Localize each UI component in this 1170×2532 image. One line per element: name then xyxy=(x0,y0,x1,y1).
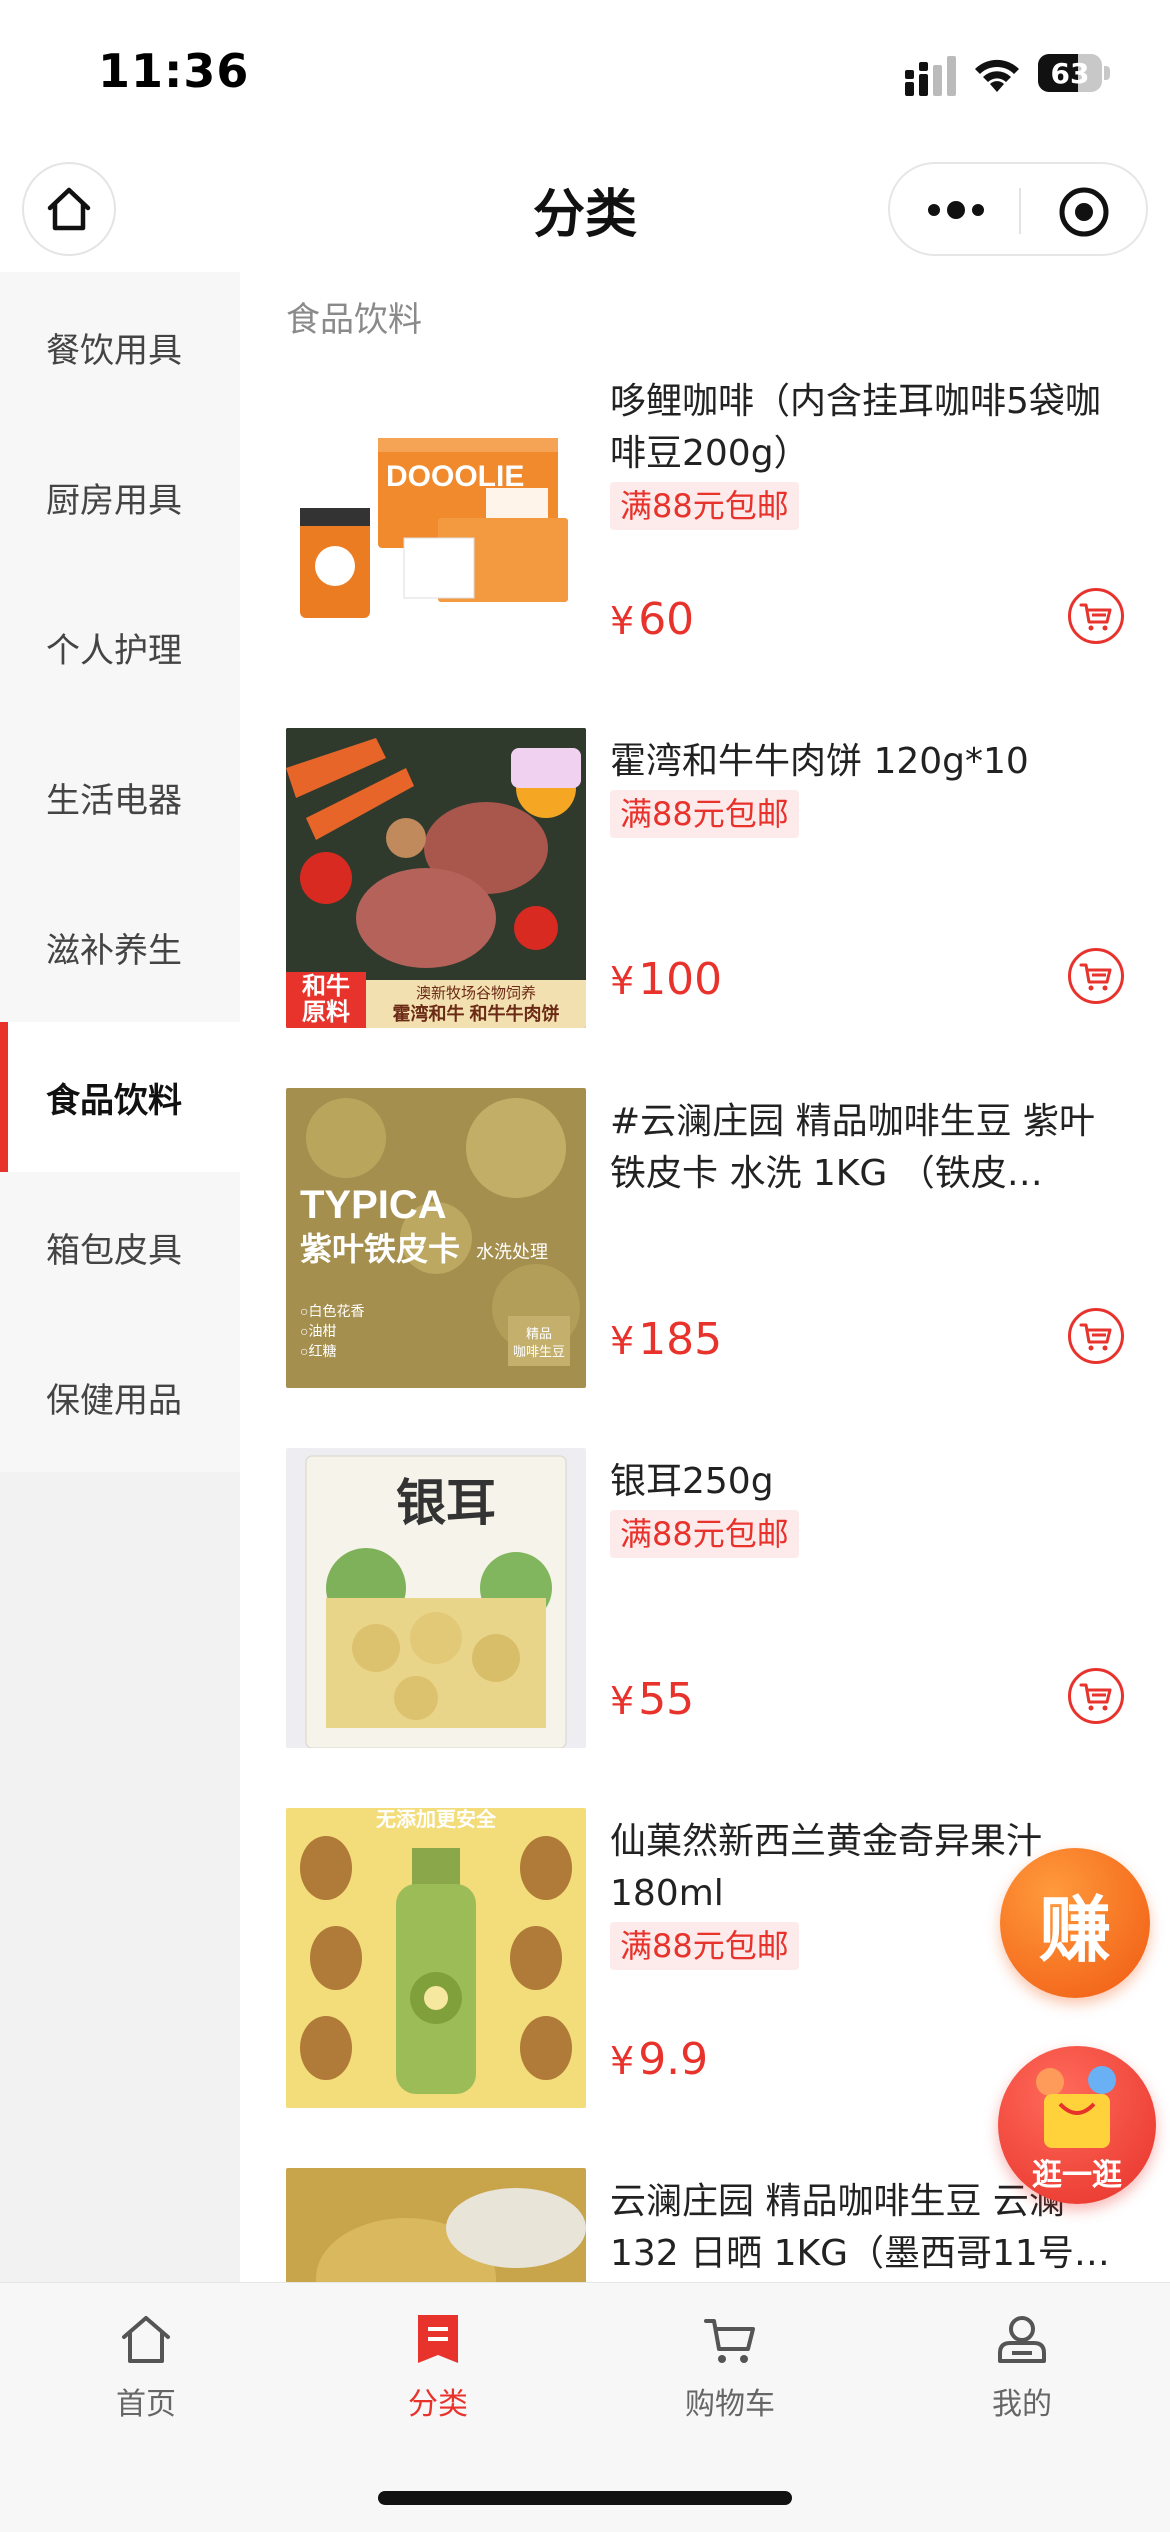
browse-float-button[interactable]: 逛一逛 xyxy=(998,2046,1156,2204)
add-to-cart-button[interactable] xyxy=(1068,588,1124,644)
svg-text:霍湾和牛 和牛牛肉饼: 霍湾和牛 和牛牛肉饼 xyxy=(392,1003,559,1024)
product-name: 哆鲤咖啡（内含挂耳咖啡5袋咖啡豆200g） xyxy=(610,381,1101,474)
add-to-cart-button[interactable] xyxy=(1068,1308,1124,1364)
product-price: ¥9.9 xyxy=(610,2034,709,2085)
more-icon[interactable] xyxy=(924,194,988,226)
add-to-cart-button[interactable] xyxy=(1068,1668,1124,1724)
tab-cart[interactable]: 购物车 xyxy=(584,2301,876,2431)
product-price: ¥185 xyxy=(610,1314,723,1365)
product-name: #云澜庄园 精品咖啡生豆 紫叶铁皮卡 水洗 1KG （铁皮… xyxy=(610,1101,1096,1194)
tab-home[interactable]: 首页 xyxy=(0,2301,292,2431)
product-card[interactable]: DOOOLIE 哆鲤咖啡（内含挂耳咖啡5袋咖啡豆200g） 满88元包邮 ¥60 xyxy=(286,368,1146,668)
close-miniprogram-icon[interactable] xyxy=(1058,186,1110,238)
status-time: 11:36 xyxy=(98,44,250,98)
sidebar-item-food-drinks[interactable]: 食品饮料 xyxy=(0,1022,240,1172)
home-indicator xyxy=(378,2491,792,2505)
shipping-tag: 满88元包邮 xyxy=(610,482,799,530)
browse-label: 逛一逛 xyxy=(1032,2158,1122,2193)
sidebar-item-personal-care[interactable]: 个人护理 xyxy=(0,572,240,722)
shipping-tag: 满88元包邮 xyxy=(610,1922,799,1970)
product-card[interactable]: TYPICA 紫叶铁皮卡 水洗处理 ○白色花香 ○油柑 ○红糖 精品 咖啡生豆 … xyxy=(286,1088,1146,1388)
product-card[interactable]: 和牛 原料 澳新牧场谷物饲养 霍湾和牛 和牛牛肉饼 霍湾和牛牛肉饼 120g*1… xyxy=(286,728,1146,1028)
cellular-signal-icon xyxy=(905,56,956,96)
svg-text:○白色花香: ○白色花香 xyxy=(300,1303,364,1319)
sidebar-item-kitchenware[interactable]: 厨房用具 xyxy=(0,422,240,572)
sidebar-item-bags[interactable]: 箱包皮具 xyxy=(0,1172,240,1322)
product-name: 银耳250g xyxy=(610,1461,774,1502)
svg-text:银耳: 银耳 xyxy=(396,1473,496,1532)
tab-category[interactable]: 分类 xyxy=(292,2301,584,2431)
svg-text:○油柑: ○油柑 xyxy=(300,1323,336,1339)
category-sidebar: 餐饮用具 厨房用具 个人护理 生活电器 滋补养生 食品饮料 箱包皮具 保健用品 xyxy=(0,272,240,2282)
svg-text:无添加更安全: 无添加更安全 xyxy=(376,1808,497,1831)
cart-icon xyxy=(1079,603,1112,631)
battery-icon: 63 xyxy=(1038,54,1110,92)
add-to-cart-button[interactable] xyxy=(1068,948,1124,1004)
product-image: 银耳 xyxy=(286,1448,586,1748)
screen: 11:36 63 分类 餐饮用具 厨房用具 个人护理 生活电器 滋补养生 食品饮… xyxy=(0,0,1170,2532)
product-image: DOOOLIE xyxy=(286,368,586,668)
shipping-tag: 满88元包邮 xyxy=(610,790,799,838)
product-card[interactable]: 银耳 银耳250g 满88元包邮 ¥55 xyxy=(286,1448,1146,1748)
product-image: TYPICA 紫叶铁皮卡 水洗处理 ○白色花香 ○油柑 ○红糖 精品 咖啡生豆 xyxy=(286,1088,586,1388)
wifi-icon xyxy=(975,59,1019,92)
product-price: ¥60 xyxy=(610,594,695,645)
nav-bar: 分类 xyxy=(0,150,1170,270)
tab-profile[interactable]: 我的 xyxy=(876,2301,1168,2431)
status-bar: 11:36 63 xyxy=(0,0,1170,150)
sidebar-item-tonic[interactable]: 滋补养生 xyxy=(0,872,240,1022)
svg-text:和牛: 和牛 xyxy=(302,973,350,1000)
cart-icon xyxy=(1079,963,1112,991)
svg-text:水洗处理: 水洗处理 xyxy=(476,1242,548,1262)
svg-text:紫叶铁皮卡: 紫叶铁皮卡 xyxy=(300,1231,460,1267)
sidebar-item-health[interactable]: 保健用品 xyxy=(0,1322,240,1472)
earn-float-button[interactable]: 赚 xyxy=(1000,1848,1150,1998)
product-image: 无添加更安全 xyxy=(286,1808,586,2108)
svg-text:精品: 精品 xyxy=(526,1326,552,1341)
svg-text:咖啡生豆: 咖啡生豆 xyxy=(513,1344,565,1359)
cart-icon xyxy=(1079,1683,1112,1711)
home-icon xyxy=(122,2316,170,2363)
category-icon xyxy=(418,2315,458,2363)
svg-text:原料: 原料 xyxy=(302,999,350,1026)
product-name: 霍湾和牛牛肉饼 120g*10 xyxy=(610,741,1029,782)
svg-text:○红糖: ○红糖 xyxy=(300,1343,336,1359)
sidebar-item-appliances[interactable]: 生活电器 xyxy=(0,722,240,872)
shipping-tag: 满88元包邮 xyxy=(610,1510,799,1558)
svg-text:TYPICA: TYPICA xyxy=(300,1183,447,1227)
product-price: ¥100 xyxy=(610,954,723,1005)
section-title: 食品饮料 xyxy=(286,300,422,340)
product-image xyxy=(286,2168,586,2282)
cart-icon xyxy=(1079,1323,1112,1351)
product-price: ¥55 xyxy=(610,1674,695,1725)
product-image: 和牛 原料 澳新牧场谷物饲养 霍湾和牛 和牛牛肉饼 xyxy=(286,728,586,1028)
battery-percent: 63 xyxy=(1050,57,1090,90)
miniprogram-capsule xyxy=(888,162,1148,256)
cart-icon xyxy=(704,2319,755,2363)
svg-text:澳新牧场谷物饲养: 澳新牧场谷物饲养 xyxy=(416,985,536,1002)
profile-icon xyxy=(998,2316,1046,2363)
sidebar-item-tableware[interactable]: 餐饮用具 xyxy=(0,272,240,422)
